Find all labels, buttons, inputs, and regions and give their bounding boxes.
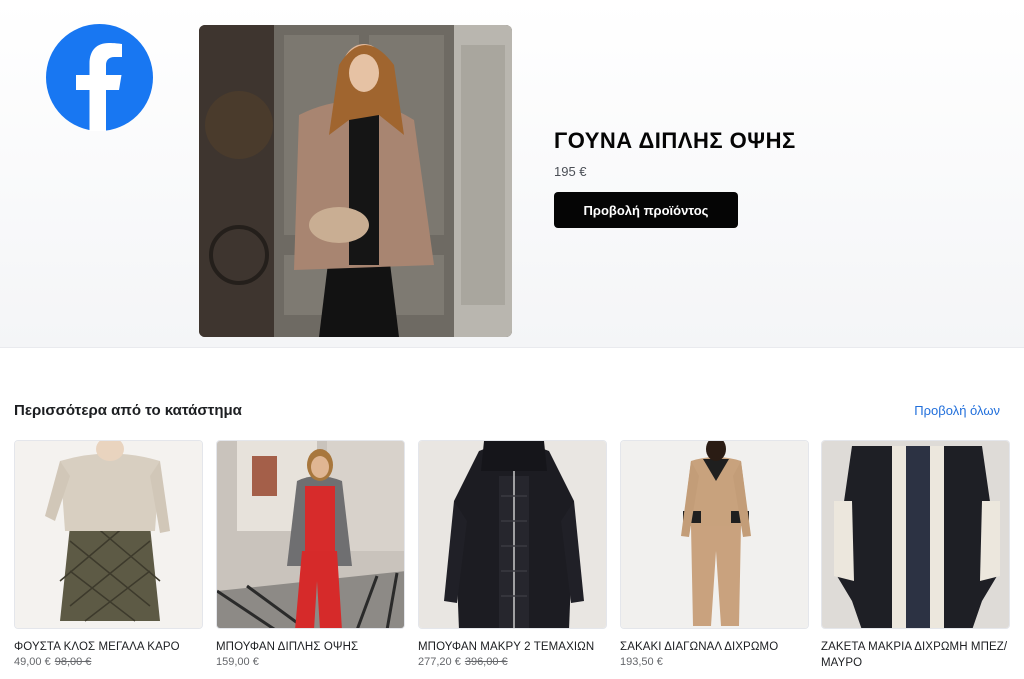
- product-image[interactable]: [821, 440, 1010, 629]
- hero-product-image[interactable]: [199, 25, 512, 337]
- product-price: 277,20 €396,00 €: [418, 656, 607, 668]
- hero-product-info: ΓΟΥΝΑ ΔΙΠΛΗΣ ΟΨΗΣ 195 € Προβολή προϊόντο…: [554, 128, 796, 228]
- product-image[interactable]: [620, 440, 809, 629]
- facebook-logo-icon[interactable]: [46, 24, 153, 131]
- product-title: ΓΟΥΝΑ ΔΙΠΛΗΣ ΟΨΗΣ: [554, 128, 796, 153]
- current-price: 193,50 €: [620, 656, 663, 668]
- product-price: 195 €: [554, 164, 587, 179]
- product-price: 193,50 €: [620, 656, 809, 668]
- product-image[interactable]: [418, 440, 607, 629]
- product-price: [821, 672, 1010, 679]
- product-card[interactable]: ΜΠΟΥΦΑΝ ΔΙΠΛΗΣ ΟΨΗΣ 159,00 €: [216, 440, 405, 679]
- product-image[interactable]: [14, 440, 203, 629]
- product-image[interactable]: [216, 440, 405, 629]
- current-price: 49,00 €: [14, 656, 51, 668]
- view-all-link[interactable]: Προβολή όλων: [914, 403, 1000, 418]
- product-name: ΦΟΥΣΤΑ ΚΛΟΣ ΜΕΓΑΛΑ ΚΑΡΟ: [14, 641, 180, 653]
- product-grid: ΦΟΥΣΤΑ ΚΛΟΣ ΜΕΓΑΛΑ ΚΑΡΟ 49,00 €98,00 € Μ…: [14, 440, 1024, 679]
- product-hero: ΓΟΥΝΑ ΔΙΠΛΗΣ ΟΨΗΣ 195 € Προβολή προϊόντο…: [0, 0, 1024, 348]
- more-from-store-heading: Περισσότερα από το κατάστημα: [14, 402, 242, 419]
- product-card[interactable]: ΖΑΚΕΤΑ ΜΑΚΡΙΑ ΔΙΧΡΩΜΗ ΜΠΕΖ/ΜΑΥΡΟ: [821, 440, 1010, 679]
- product-card[interactable]: ΜΠΟΥΦΑΝ ΜΑΚΡΥ 2 ΤΕΜΑΧΙΩΝ 277,20 €396,00 …: [418, 440, 607, 679]
- current-price: 277,20 €: [418, 656, 461, 668]
- product-card[interactable]: ΣΑΚΑΚΙ ΔΙΑΓΩΝΑΛ ΔΙΧΡΩΜΟ 193,50 €: [620, 440, 809, 679]
- current-price: 159,00 €: [216, 656, 259, 668]
- product-name: ΜΠΟΥΦΑΝ ΜΑΚΡΥ 2 ΤΕΜΑΧΙΩΝ: [418, 641, 595, 653]
- original-price: 396,00 €: [464, 656, 508, 668]
- product-card[interactable]: ΦΟΥΣΤΑ ΚΛΟΣ ΜΕΓΑΛΑ ΚΑΡΟ 49,00 €98,00 €: [14, 440, 203, 679]
- product-price: 159,00 €: [216, 656, 405, 668]
- view-product-button[interactable]: Προβολή προϊόντος: [554, 192, 738, 228]
- original-price: 98,00 €: [54, 656, 92, 668]
- product-name: ΜΠΟΥΦΑΝ ΔΙΠΛΗΣ ΟΨΗΣ: [216, 641, 359, 653]
- product-price: 49,00 €98,00 €: [14, 656, 203, 668]
- product-name: ΖΑΚΕΤΑ ΜΑΚΡΙΑ ΔΙΧΡΩΜΗ ΜΠΕΖ/ΜΑΥΡΟ: [821, 641, 1008, 669]
- product-name: ΣΑΚΑΚΙ ΔΙΑΓΩΝΑΛ ΔΙΧΡΩΜΟ: [620, 641, 779, 653]
